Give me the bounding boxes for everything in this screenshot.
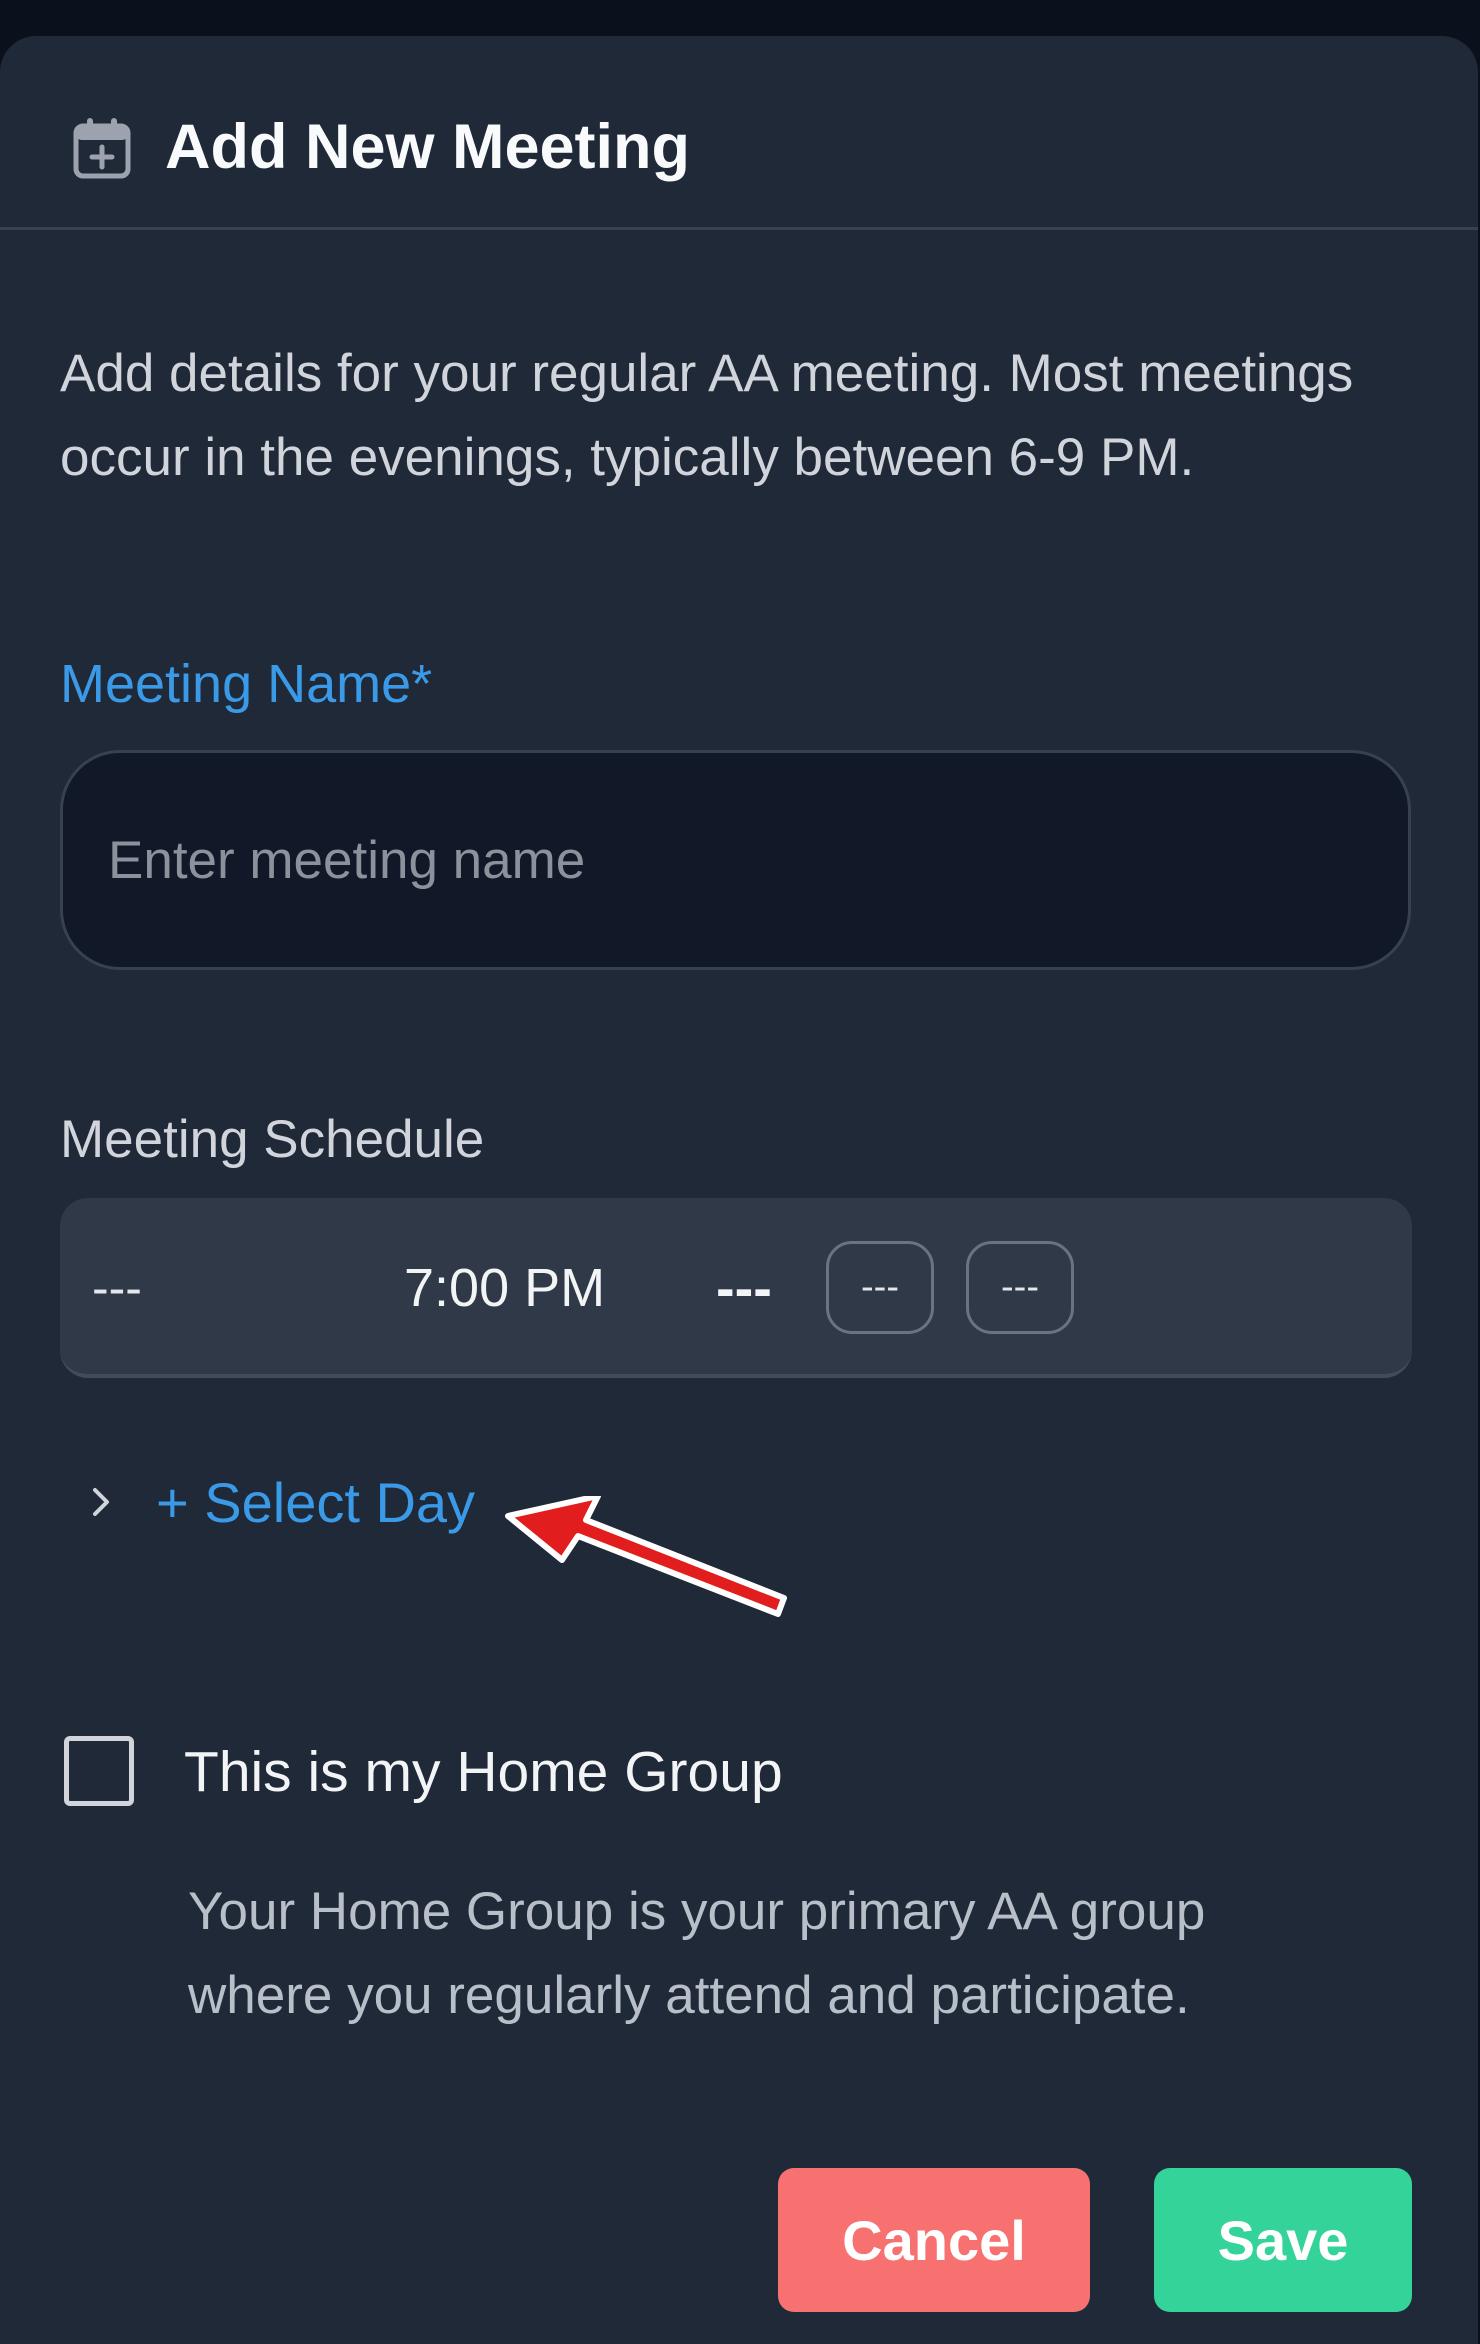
meeting-schedule-label: Meeting Schedule (60, 1110, 485, 1169)
modal-title: Add New Meeting (165, 112, 691, 182)
home-group-checkbox[interactable] (64, 1736, 134, 1806)
annotation-arrow-icon (505, 1496, 787, 1617)
cancel-button[interactable]: Cancel (778, 2168, 1090, 2312)
select-day-label: + Select Day (156, 1470, 476, 1534)
select-day-toggle[interactable]: + Select Day (80, 1462, 475, 1542)
schedule-option-button-1[interactable]: --- (826, 1241, 934, 1334)
meeting-name-input[interactable] (60, 750, 1411, 970)
save-button[interactable]: Save (1154, 2168, 1412, 2312)
modal-header: Add New Meeting (0, 36, 1478, 230)
meeting-schedule-row: --- 7:00 PM --- --- --- (60, 1198, 1412, 1378)
add-meeting-modal: Add New Meeting Add details for your reg… (0, 36, 1478, 2344)
chevron-right-icon (93, 1488, 109, 1516)
calendar-plus-icon (73, 118, 131, 179)
schedule-day-value[interactable]: --- (92, 1258, 142, 1318)
schedule-time-value[interactable]: 7:00 PM (404, 1256, 605, 1321)
home-group-label: This is my Home Group (184, 1740, 783, 1804)
modal-description: Add details for your regular AA meeting.… (60, 344, 1354, 487)
meeting-name-label: Meeting Name* (60, 654, 433, 714)
schedule-frequency-value[interactable]: --- (716, 1254, 772, 1321)
home-group-help-text: Your Home Group is your primary AA group… (188, 1882, 1206, 2025)
schedule-option-button-2[interactable]: --- (966, 1241, 1074, 1334)
